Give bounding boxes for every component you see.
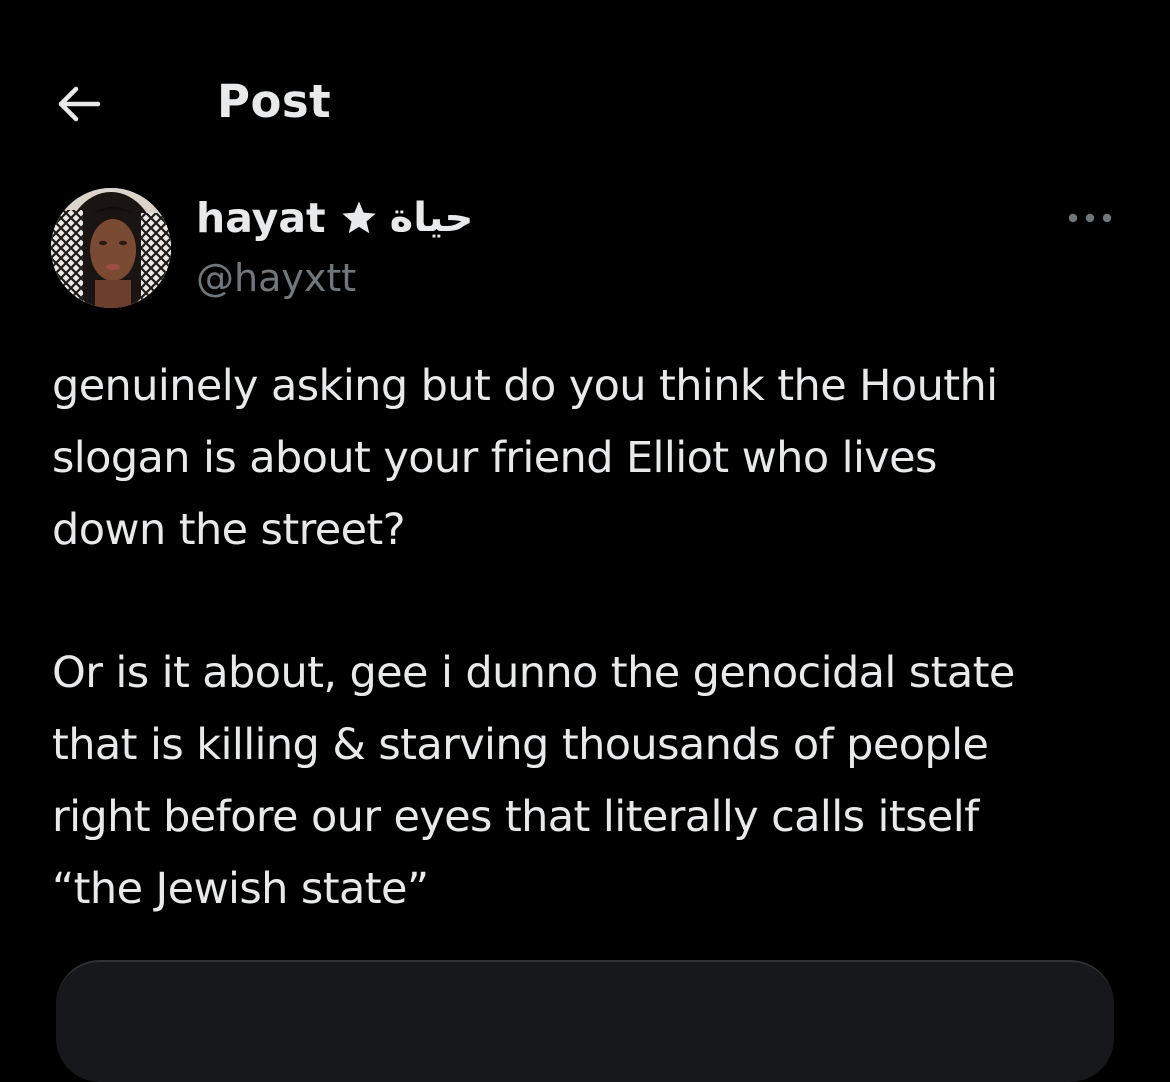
post-line: right before our eyes that literally cal… bbox=[52, 792, 979, 842]
post-paragraph-2: Or is it about, gee i dunno the genocida… bbox=[52, 637, 1132, 925]
avatar[interactable] bbox=[51, 188, 171, 308]
post-line: that is killing & starving thousands of … bbox=[52, 720, 989, 770]
avatar-photo bbox=[51, 188, 171, 308]
author-name[interactable]: hayat حياة bbox=[196, 190, 473, 246]
page-title: Post bbox=[217, 75, 332, 128]
arabic-name: حياة bbox=[389, 195, 474, 241]
top-bar: Post bbox=[0, 0, 1170, 205]
back-button[interactable] bbox=[48, 76, 108, 132]
more-horizontal-icon bbox=[1068, 213, 1112, 223]
post-line: down the street? bbox=[52, 505, 406, 555]
post-line: slogan is about your friend Elliot who l… bbox=[52, 433, 937, 483]
star-icon bbox=[340, 199, 378, 237]
more-options-button[interactable] bbox=[1062, 196, 1118, 240]
post-paragraph-1: genuinely asking but do you think the Ho… bbox=[52, 350, 1132, 566]
display-name: hayat bbox=[196, 194, 326, 242]
arrow-left-icon bbox=[58, 86, 101, 122]
user-handle[interactable]: @hayxtt bbox=[196, 250, 356, 306]
embedded-content-card[interactable] bbox=[56, 960, 1114, 1082]
post-line: Or is it about, gee i dunno the genocida… bbox=[52, 648, 1015, 698]
post-text: genuinely asking but do you think the Ho… bbox=[52, 350, 1132, 925]
post-line: “the Jewish state” bbox=[52, 864, 429, 914]
post-line: genuinely asking but do you think the Ho… bbox=[52, 361, 998, 411]
